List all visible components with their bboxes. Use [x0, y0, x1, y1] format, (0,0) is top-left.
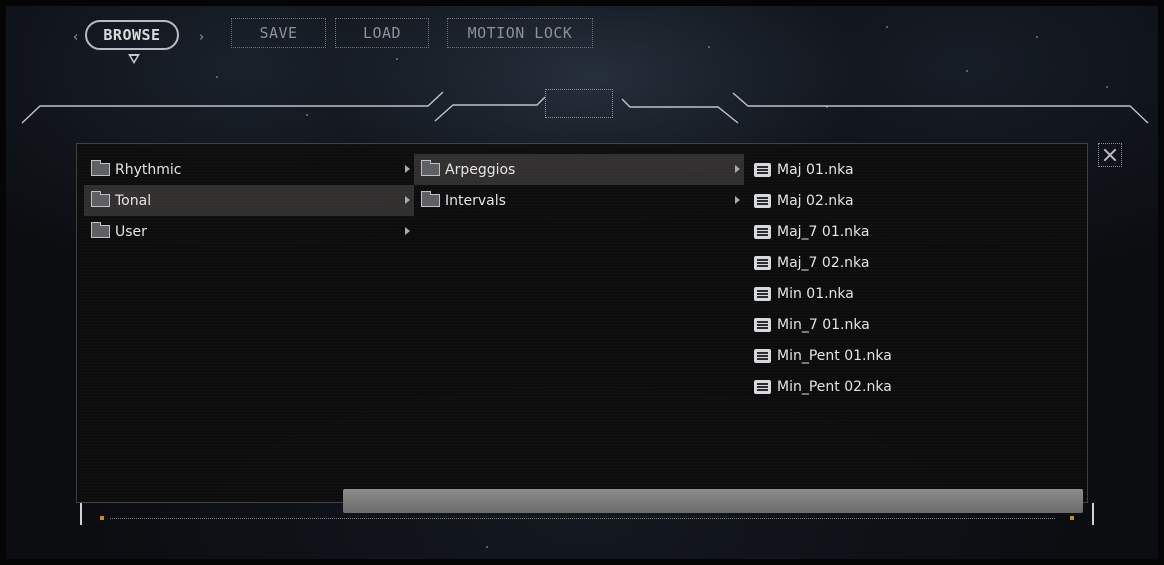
right-edge-marker	[1092, 503, 1094, 525]
save-button[interactable]: SAVE	[231, 18, 326, 48]
folder-label: Rhythmic	[115, 161, 182, 178]
right-handle-dot[interactable]	[1070, 516, 1074, 520]
chevron-right-icon	[735, 165, 740, 173]
folder-item-user[interactable]: User	[84, 216, 414, 247]
file-item[interactable]: Maj_7 02.nka	[746, 247, 1076, 278]
browser-column-1: Rhythmic Tonal User	[84, 154, 414, 247]
chevron-right-icon	[405, 165, 410, 173]
file-label: Maj_7 01.nka	[777, 223, 870, 240]
folder-item-arpeggios[interactable]: Arpeggios	[414, 154, 744, 185]
left-edge-marker	[80, 503, 82, 525]
list-file-icon	[754, 348, 771, 363]
file-label: Min_Pent 02.nka	[777, 378, 892, 395]
folder-icon	[91, 160, 110, 176]
close-icon[interactable]	[1098, 143, 1122, 167]
folder-icon	[421, 160, 440, 176]
file-label: Maj 02.nka	[777, 192, 854, 209]
file-label: Min_7 01.nka	[777, 316, 870, 333]
file-label: Maj_7 02.nka	[777, 254, 870, 271]
folder-label: Tonal	[115, 192, 152, 209]
file-item[interactable]: Maj 01.nka	[746, 154, 1076, 185]
file-item[interactable]: Maj_7 01.nka	[746, 216, 1076, 247]
list-file-icon	[754, 379, 771, 394]
file-label: Min 01.nka	[777, 285, 854, 302]
bottom-dotted-rail	[110, 518, 1055, 519]
folder-item-intervals[interactable]: Intervals	[414, 185, 744, 216]
file-item[interactable]: Min_7 01.nka	[746, 309, 1076, 340]
folder-icon	[91, 191, 110, 207]
save-button-label: SAVE	[259, 24, 298, 42]
file-label: Maj 01.nka	[777, 161, 854, 178]
load-button[interactable]: LOAD	[335, 18, 429, 48]
file-label: Min_Pent 01.nka	[777, 347, 892, 364]
browser-column-2: Arpeggios Intervals	[414, 154, 744, 216]
folder-item-rhythmic[interactable]: Rhythmic	[84, 154, 414, 185]
browser-column-3: Maj 01.nka Maj 02.nka Maj_7 01.nka Maj_7…	[746, 154, 1076, 402]
list-file-icon	[754, 317, 771, 332]
browse-button[interactable]: BROWSE	[85, 20, 179, 50]
list-file-icon	[754, 224, 771, 239]
list-file-icon	[754, 193, 771, 208]
load-button-label: LOAD	[362, 24, 402, 42]
motion-lock-button[interactable]: MOTION LOCK	[447, 18, 593, 48]
list-file-icon	[754, 162, 771, 177]
folder-icon	[91, 222, 110, 238]
file-item[interactable]: Min_Pent 02.nka	[746, 371, 1076, 402]
prev-arrow-button[interactable]: ‹	[73, 30, 78, 45]
motion-lock-button-label: MOTION LOCK	[467, 24, 573, 42]
list-file-icon	[754, 255, 771, 270]
file-item[interactable]: Min_Pent 01.nka	[746, 340, 1076, 371]
folder-item-tonal[interactable]: Tonal	[84, 185, 414, 216]
next-arrow-button[interactable]: ›	[199, 30, 204, 45]
folder-label: User	[115, 223, 147, 240]
folder-icon	[421, 191, 440, 207]
center-tab-box	[545, 89, 613, 118]
folder-label: Intervals	[445, 192, 506, 209]
file-browser-panel: Rhythmic Tonal User Arpeggios Intervals	[76, 143, 1088, 503]
horizontal-scrollbar[interactable]	[343, 489, 1083, 513]
folder-label: Arpeggios	[445, 161, 516, 178]
file-item[interactable]: Min 01.nka	[746, 278, 1076, 309]
list-file-icon	[754, 286, 771, 301]
chevron-right-icon	[405, 196, 410, 204]
chevron-right-icon	[735, 196, 740, 204]
left-handle-dot[interactable]	[100, 516, 104, 520]
browse-button-label: BROWSE	[103, 26, 161, 44]
file-item[interactable]: Maj 02.nka	[746, 185, 1076, 216]
browse-dropdown-caret-icon	[128, 54, 140, 64]
chevron-right-icon	[405, 227, 410, 235]
